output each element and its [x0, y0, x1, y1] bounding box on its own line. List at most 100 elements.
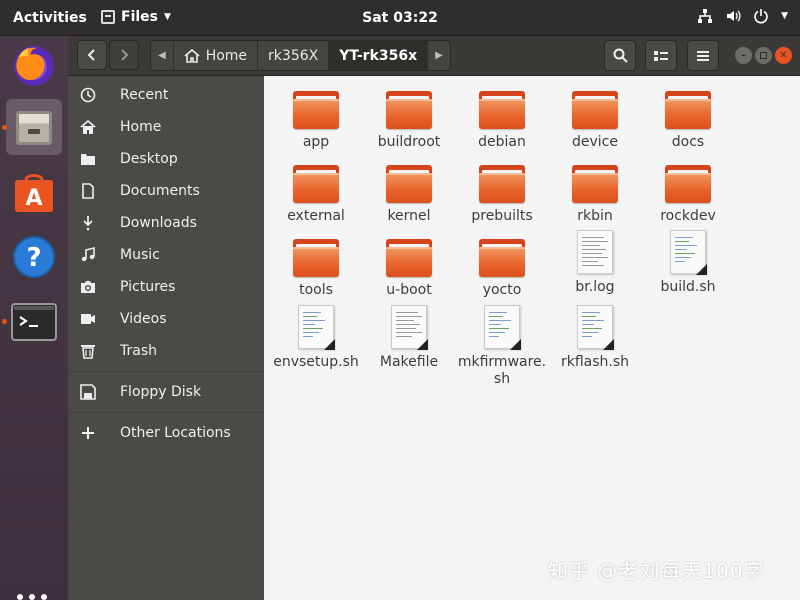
sidebar-item-downloads[interactable]: Downloads — [68, 208, 264, 238]
dock-terminal[interactable] — [6, 294, 62, 350]
clock[interactable]: Sat 03:22 — [0, 10, 800, 26]
sidebar-item-label: Desktop — [120, 151, 178, 167]
file-label: rkflash.sh — [560, 354, 630, 370]
folder-icon — [479, 239, 525, 277]
list-view-icon — [654, 50, 668, 61]
folder-rkbin[interactable]: rkbin — [549, 165, 641, 225]
sidebar-item-documents[interactable]: Documents — [68, 176, 264, 206]
sidebar-item-label: Documents — [120, 183, 200, 199]
files-icon — [16, 111, 52, 145]
sidebar-item-other-locations[interactable]: Other Locations — [68, 418, 264, 448]
sidebar-item-floppy-disk[interactable]: Floppy Disk — [68, 377, 264, 407]
plus-icon — [80, 425, 96, 441]
show-applications-icon[interactable] — [17, 594, 51, 600]
top-bar: Activities Files ▼ Sat 03:22 ▼ — [0, 0, 800, 36]
file-build-sh[interactable]: build.sh — [642, 230, 734, 296]
sidebar-item-music[interactable]: Music — [68, 240, 264, 270]
files-window: ◀ Home rk356X YT-rk356x ▶ – ✕ Recent Hom… — [68, 36, 800, 600]
folder-app[interactable]: app — [270, 91, 362, 151]
network-icon[interactable] — [697, 8, 713, 24]
clock-icon — [80, 87, 96, 103]
breadcrumb-label: rk356X — [268, 47, 319, 64]
script-file-icon — [298, 305, 335, 350]
sidebar-item-label: Downloads — [120, 215, 197, 231]
folder-icon — [293, 239, 339, 277]
file-makefile[interactable]: Makefile — [363, 305, 455, 371]
path-scroll-left[interactable]: ◀ — [151, 41, 174, 70]
sidebar-divider — [68, 371, 264, 372]
folder-icon — [386, 91, 432, 129]
minimize-button[interactable]: – — [735, 47, 752, 64]
file-label: Makefile — [379, 354, 439, 370]
volume-icon[interactable] — [725, 8, 741, 24]
desktop-folder-icon — [80, 151, 96, 167]
folder-rockdev[interactable]: rockdev — [642, 165, 734, 225]
file-label: yocto — [482, 282, 522, 298]
text-file-icon — [577, 230, 613, 274]
chevron-right-icon — [121, 49, 129, 61]
sidebar-item-pictures[interactable]: Pictures — [68, 272, 264, 302]
menu-button[interactable] — [687, 40, 719, 71]
folder-kernel[interactable]: kernel — [363, 165, 455, 225]
file-br-log[interactable]: br.log — [549, 230, 641, 296]
places-sidebar: Recent Home Desktop Documents Downloads … — [68, 76, 264, 600]
music-icon — [80, 247, 96, 263]
svg-text:A: A — [25, 186, 42, 211]
minimize-icon: – — [741, 50, 746, 61]
dock-files[interactable] — [6, 99, 62, 155]
folder-tools[interactable]: tools — [270, 239, 362, 299]
path-scroll-right[interactable]: ▶ — [428, 41, 450, 70]
folder-device[interactable]: device — [549, 91, 641, 151]
folder-prebuilts[interactable]: prebuilts — [456, 165, 548, 225]
file-envsetup-sh[interactable]: envsetup.sh — [270, 305, 362, 371]
power-icon[interactable] — [753, 8, 769, 24]
folder-external[interactable]: external — [270, 165, 362, 225]
breadcrumb-home[interactable]: Home — [174, 41, 259, 70]
sidebar-divider — [68, 412, 264, 413]
file-label: mkfirmware.sh — [457, 354, 547, 387]
sidebar-item-videos[interactable]: Videos — [68, 304, 264, 334]
folder-yocto[interactable]: yocto — [456, 239, 548, 299]
sidebar-item-label: Other Locations — [120, 425, 231, 441]
sidebar-item-trash[interactable]: Trash — [68, 336, 264, 366]
system-tray[interactable]: ▼ — [697, 8, 788, 24]
chevron-down-icon[interactable]: ▼ — [781, 11, 788, 21]
sidebar-item-home[interactable]: Home — [68, 112, 264, 142]
home-icon — [184, 48, 200, 63]
file-mkfirmware-sh[interactable]: mkfirmware.sh — [456, 305, 548, 388]
sidebar-item-label: Trash — [120, 343, 157, 359]
file-rkflash-sh[interactable]: rkflash.sh — [549, 305, 641, 371]
dock-help[interactable]: ? — [6, 229, 62, 285]
folder-icon — [572, 91, 618, 129]
sidebar-item-label: Music — [120, 247, 160, 263]
sidebar-item-recent[interactable]: Recent — [68, 80, 264, 110]
file-label: rockdev — [660, 208, 716, 224]
camera-icon — [80, 279, 96, 295]
firefox-icon — [14, 46, 54, 86]
search-icon — [613, 48, 628, 63]
file-label: prebuilts — [471, 208, 533, 224]
breadcrumb-current[interactable]: YT-rk356x — [329, 41, 429, 70]
folder-u-boot[interactable]: u-boot — [363, 239, 455, 299]
back-button[interactable] — [77, 40, 107, 70]
file-label: debian — [478, 134, 526, 150]
sidebar-item-desktop[interactable]: Desktop — [68, 144, 264, 174]
folder-icon — [665, 91, 711, 129]
close-button[interactable]: ✕ — [775, 47, 792, 64]
folder-icon — [479, 165, 525, 203]
maximize-button[interactable] — [755, 47, 772, 64]
search-button[interactable] — [604, 40, 636, 71]
folder-docs[interactable]: docs — [642, 91, 734, 151]
forward-button[interactable] — [109, 40, 139, 70]
view-toggle-button[interactable] — [645, 40, 677, 71]
sidebar-item-label: Pictures — [120, 279, 176, 295]
folder-buildroot[interactable]: buildroot — [363, 91, 455, 151]
video-icon — [80, 311, 96, 327]
dock-firefox[interactable] — [6, 38, 62, 94]
dock-software[interactable]: A — [6, 165, 62, 221]
folder-icon — [293, 91, 339, 129]
software-center-icon: A — [15, 174, 53, 212]
folder-debian[interactable]: debian — [456, 91, 548, 151]
file-label: u-boot — [386, 282, 432, 298]
breadcrumb-rk356x[interactable]: rk356X — [258, 41, 330, 70]
